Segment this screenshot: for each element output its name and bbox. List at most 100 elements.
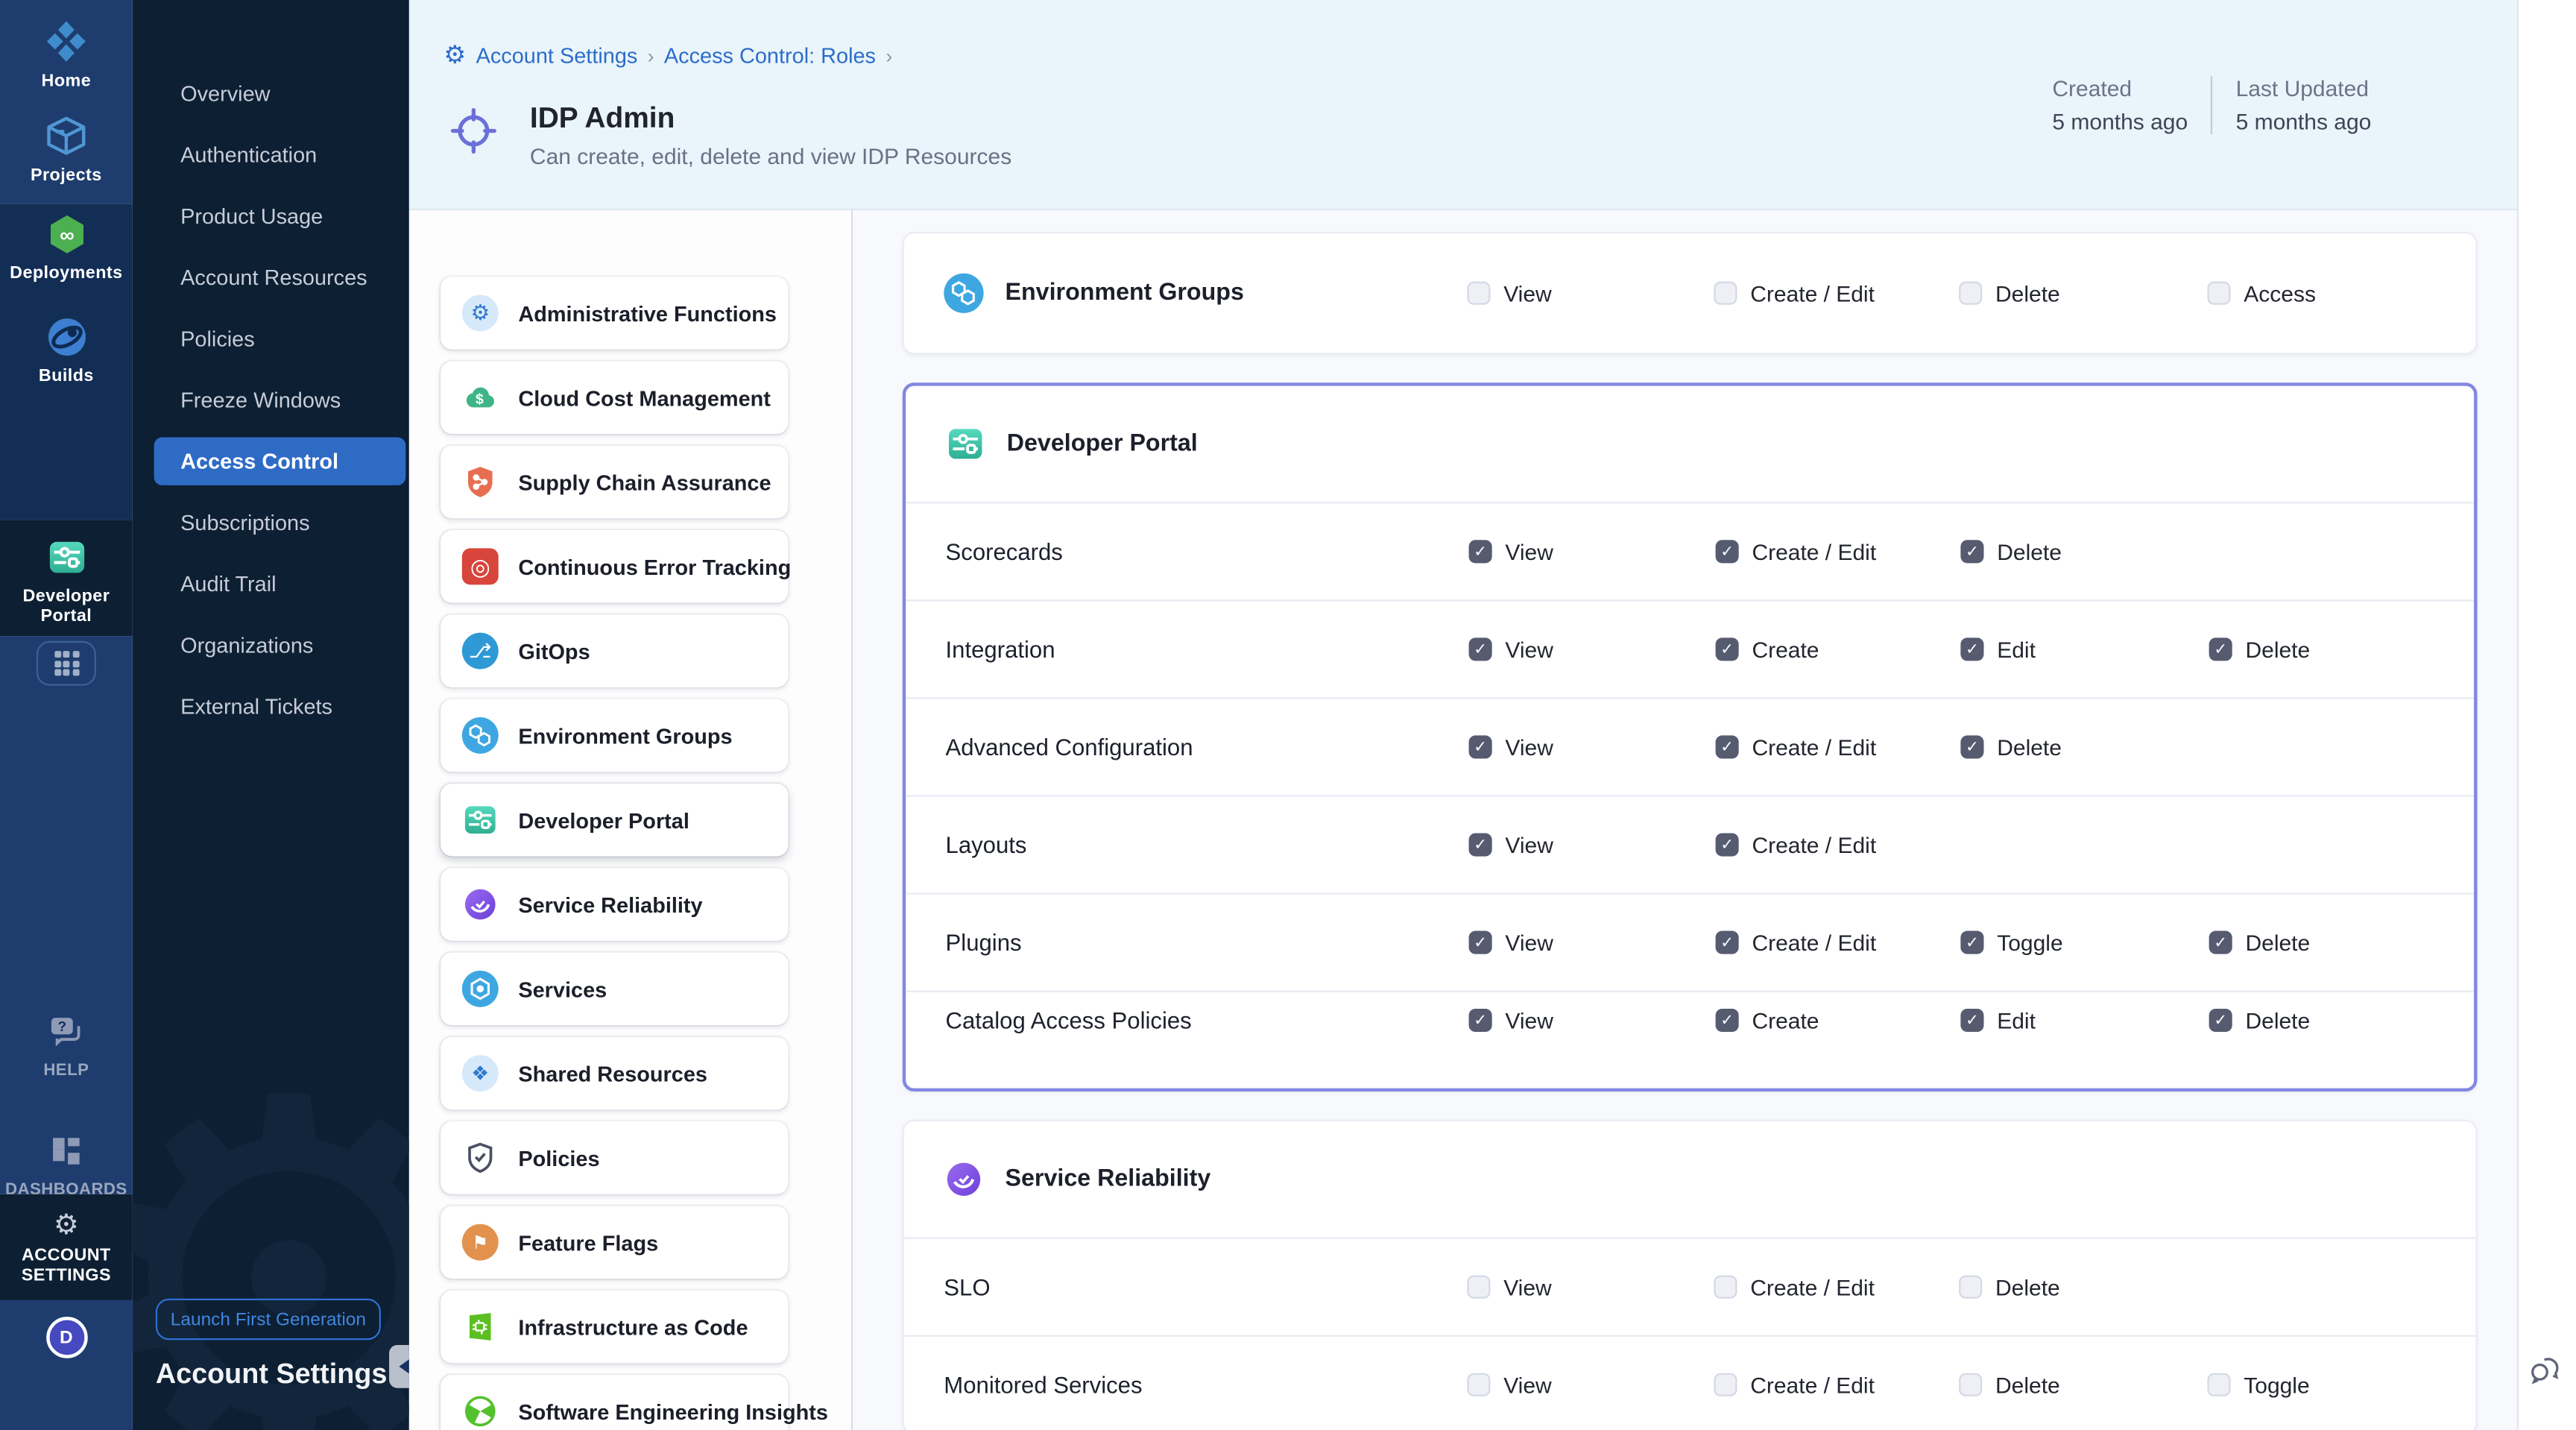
checkbox-checked[interactable] [1469,1009,1492,1032]
permission-label: Access [2244,281,2316,306]
permission-delete: Delete [2209,930,2474,954]
checkbox-unchecked[interactable] [2207,282,2230,305]
sidebar-item-authentication[interactable]: Authentication [133,125,409,186]
sidebar-item-account-resources[interactable]: Account Resources [133,247,409,308]
launch-first-generation-button[interactable]: Launch First Generation [156,1299,381,1341]
permission-view: View [1469,832,1716,857]
checkbox-checked[interactable] [1716,931,1739,954]
checkbox-unchecked[interactable] [1467,1373,1490,1396]
module-picker-button[interactable] [37,641,96,686]
resource-card-developer-portal[interactable]: Developer Portal [441,784,789,857]
checkbox-checked[interactable] [1960,735,1983,758]
sidebar-item-product-usage[interactable]: Product Usage [133,186,409,247]
environment-groups-icon [462,717,499,754]
checkbox-unchecked[interactable] [1714,1276,1737,1299]
checkbox-checked[interactable] [1469,833,1492,856]
checkbox-checked[interactable] [2209,931,2232,954]
sidebar-item-organizations[interactable]: Organizations [133,614,409,675]
rail-section-modules: ∞ Deployments Builds [0,204,133,520]
user-avatar[interactable]: D [45,1317,87,1358]
permission-label: Delete [1995,1373,2060,1397]
rail-item-developer-portal[interactable]: Developer Portal [0,520,133,626]
permission-view: View [1469,734,1716,759]
checkbox-unchecked[interactable] [1467,1276,1490,1299]
resource-card-infrastructure-as-code[interactable]: Infrastructure as Code [441,1291,789,1364]
permission-edit: Edit [1960,1008,2209,1033]
supply-chain-shield-icon [462,464,499,500]
sidebar-item-freeze-windows[interactable]: Freeze Windows [133,369,409,430]
resource-card-label: Continuous Error Tracking [518,554,791,579]
sidebar-item-label: Access Control [180,449,338,473]
rail-item-help[interactable]: ? HELP [0,636,133,1082]
permission-delete: Delete [1959,1275,2207,1300]
permission-label: View [1505,832,1553,857]
resource-card-cloud-cost-management[interactable]: $Cloud Cost Management [441,361,789,434]
checkbox-checked[interactable] [2209,637,2232,661]
grid-icon [54,651,78,675]
sei-propeller-icon [462,1393,499,1429]
checkbox-unchecked[interactable] [1959,282,1982,305]
sidebar-item-policies[interactable]: Policies [133,308,409,369]
resource-card-administrative-functions[interactable]: ⚙Administrative Functions [441,277,789,350]
checkbox-checked[interactable] [1716,735,1739,758]
checkbox-unchecked[interactable] [1959,1276,1982,1299]
checkbox-checked[interactable] [2209,1009,2232,1032]
checkbox-checked[interactable] [1716,637,1739,661]
rail-section-user: D [0,1300,133,1430]
rail-item-account-settings[interactable]: ⚙ ACCOUNT SETTINGS [0,1194,133,1285]
checkbox-checked[interactable] [1716,540,1739,563]
resource-card-policies[interactable]: Policies [441,1121,789,1194]
resource-card-feature-flags[interactable]: ⚑Feature Flags [441,1206,789,1279]
checkbox-checked[interactable] [1960,540,1983,563]
resource-card-services[interactable]: Services [441,952,789,1025]
checkbox-unchecked[interactable] [1714,282,1737,305]
sidebar-collapse-handle[interactable] [389,1345,409,1388]
checkbox-checked[interactable] [1469,931,1492,954]
checkbox-checked[interactable] [1960,637,1983,661]
resource-card-service-reliability[interactable]: Service Reliability [441,868,789,941]
rail-item-builds[interactable]: Builds [0,283,133,386]
main-content: ⚙ Account Settings › Access Control: Rol… [409,0,2517,1430]
breadcrumb: ⚙ Account Settings › Access Control: Rol… [443,43,892,68]
resource-card-supply-chain-assurance[interactable]: Supply Chain Assurance [441,446,789,519]
permission-create: Create [1716,1008,1961,1033]
permissions-panel: Environment GroupsViewCreate / EditDelet… [853,210,2517,1430]
breadcrumb-roles[interactable]: Access Control: Roles [664,43,876,68]
rail-item-dashboards[interactable]: DASHBOARDS [0,1082,133,1201]
resource-card-software-engineering-insights[interactable]: Software Engineering Insights [441,1375,789,1430]
sidebar-item-label: Account Resources [180,265,367,289]
checkbox-unchecked[interactable] [1714,1373,1737,1396]
resource-card-environment-groups[interactable]: Environment Groups [441,699,789,772]
resource-category-list: ⚙Administrative Functions $Cloud Cost Man… [441,277,789,1430]
sidebar-item-audit-trail[interactable]: Audit Trail [133,553,409,614]
last-updated-block: Last Updated 5 months ago [2236,76,2372,134]
service-reliability-icon [462,886,499,923]
checkbox-checked[interactable] [1469,540,1492,563]
resource-card-gitops[interactable]: ⎇GitOps [441,614,789,687]
resource-card-label: Cloud Cost Management [518,385,771,410]
developer-portal-icon [462,801,499,838]
checkbox-checked[interactable] [1716,833,1739,856]
resource-card-shared-resources[interactable]: ❖Shared Resources [441,1037,789,1110]
checkbox-checked[interactable] [1716,1009,1739,1032]
checkbox-checked[interactable] [1469,735,1492,758]
checkbox-unchecked[interactable] [1467,282,1490,305]
environment-groups-icon [944,274,983,313]
breadcrumb-account-settings[interactable]: Account Settings [476,43,638,68]
sidebar-item-external-tickets[interactable]: External Tickets [133,675,409,737]
checkbox-checked[interactable] [1469,637,1492,661]
checkbox-unchecked[interactable] [2207,1373,2230,1396]
support-chat-icon[interactable] [2527,1352,2563,1388]
checkbox-unchecked[interactable] [1959,1373,1982,1396]
checkbox-checked[interactable] [1960,1009,1983,1032]
sidebar-item-label: Organizations [180,633,313,658]
sidebar-item-access-control[interactable]: Access Control [133,431,409,492]
resource-card-continuous-error-tracking[interactable]: ◎Continuous Error Tracking [441,530,789,603]
checkbox-checked[interactable] [1960,931,1983,954]
rail-item-deployments[interactable]: ∞ Deployments [0,204,133,283]
rail-item-projects[interactable]: Projects [0,91,133,186]
sidebar-item-subscriptions[interactable]: Subscriptions [133,492,409,553]
permission-label: Create [1752,1008,1819,1033]
rail-item-home[interactable]: Home [0,0,133,91]
sidebar-item-overview[interactable]: Overview [133,63,409,124]
